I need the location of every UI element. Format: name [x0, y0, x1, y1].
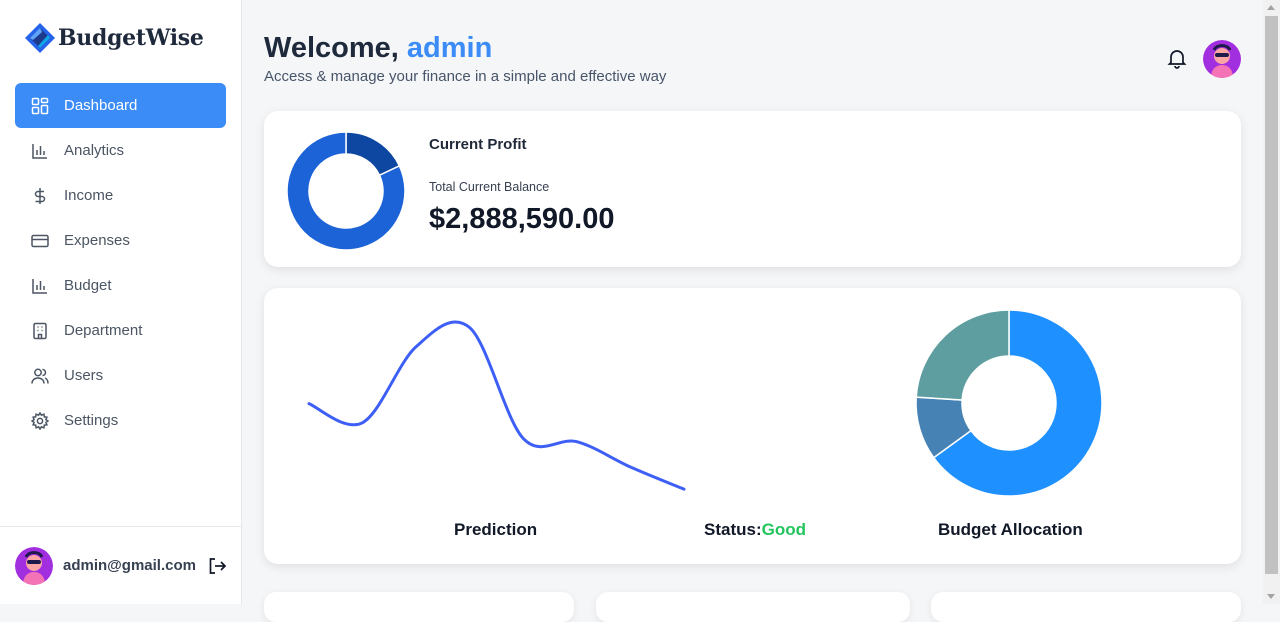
bar-chart-icon — [31, 277, 49, 295]
sidebar: BudgetWise Dashboard Analytics Income Ex… — [0, 0, 242, 604]
sidebar-footer: admin@gmail.com — [0, 526, 242, 604]
sidebar-item-settings[interactable]: Settings — [15, 398, 226, 443]
donut-slice — [915, 309, 1010, 401]
welcome-username: admin — [406, 32, 493, 64]
sidebar-item-label: Settings — [64, 412, 119, 429]
building-icon — [31, 322, 49, 340]
bell-icon[interactable] — [1166, 47, 1188, 69]
logout-icon[interactable] — [206, 555, 228, 577]
app-name: BudgetWise — [58, 25, 204, 51]
user-email: admin@gmail.com — [63, 557, 196, 574]
profit-donut-chart — [286, 131, 406, 251]
prediction-series-line — [307, 320, 686, 491]
sidebar-item-dashboard[interactable]: Dashboard — [15, 83, 226, 128]
logo-icon — [25, 23, 55, 53]
bottom-card — [596, 592, 910, 622]
page-subtitle: Access & manage your finance in a simple… — [264, 68, 667, 85]
status-label-text: Status: — [704, 520, 762, 539]
avatar[interactable] — [15, 546, 53, 585]
sidebar-item-budget[interactable]: Budget — [15, 263, 226, 308]
sidebar-item-users[interactable]: Users — [15, 353, 226, 398]
sidebar-item-income[interactable]: Income — [15, 173, 226, 218]
scroll-thumb[interactable] — [1265, 16, 1278, 574]
bar-chart-icon — [31, 142, 49, 160]
charts-card: Prediction Status:Good Budget Allocation — [264, 288, 1241, 564]
dashboard-icon — [31, 97, 49, 115]
avatar[interactable] — [1203, 40, 1241, 78]
prediction-label: Prediction — [454, 520, 538, 539]
donut-slice — [345, 131, 401, 177]
sidebar-item-department[interactable]: Department — [15, 308, 226, 353]
sidebar-item-label: Dashboard — [64, 97, 138, 114]
dollar-icon — [31, 187, 49, 205]
sidebar-item-analytics[interactable]: Analytics — [15, 128, 226, 173]
profit-card: Current Profit Total Current Balance $2,… — [264, 111, 1241, 267]
current-profit-label: Current Profit — [429, 136, 527, 153]
prediction-line-chart — [307, 320, 686, 491]
scroll-up-arrow-icon[interactable] — [1267, 5, 1275, 10]
sidebar-item-label: Income — [64, 187, 114, 204]
balance-label: Total Current Balance — [429, 180, 550, 194]
sidebar-item-label: Department — [64, 322, 143, 339]
sidebar-item-label: Users — [64, 367, 104, 384]
balance-value: $2,888,590.00 — [429, 203, 615, 235]
budget-allocation-label: Budget Allocation — [938, 520, 1083, 539]
gear-icon — [31, 411, 49, 430]
sidebar-item-label: Expenses — [64, 232, 130, 249]
users-icon — [31, 367, 49, 385]
main-content: Welcome, admin Access & manage your fina… — [242, 0, 1263, 622]
app-logo[interactable]: BudgetWise — [24, 22, 204, 54]
credit-card-icon — [31, 232, 49, 250]
budget-allocation-donut-chart — [915, 309, 1103, 497]
bottom-card — [931, 592, 1241, 622]
sidebar-item-label: Budget — [64, 277, 112, 294]
scrollbar[interactable] — [1263, 0, 1280, 604]
sidebar-item-label: Analytics — [64, 142, 125, 159]
status-value: Good — [761, 520, 807, 539]
status-label: Status:Good — [704, 520, 806, 540]
bottom-card — [264, 592, 574, 622]
page-title: Welcome, admin — [264, 32, 492, 65]
scroll-down-arrow-icon[interactable] — [1267, 594, 1275, 599]
welcome-text: Welcome, — [264, 32, 399, 64]
sidebar-item-expenses[interactable]: Expenses — [15, 218, 226, 263]
sidebar-nav: Dashboard Analytics Income Expenses Budg… — [15, 83, 226, 443]
